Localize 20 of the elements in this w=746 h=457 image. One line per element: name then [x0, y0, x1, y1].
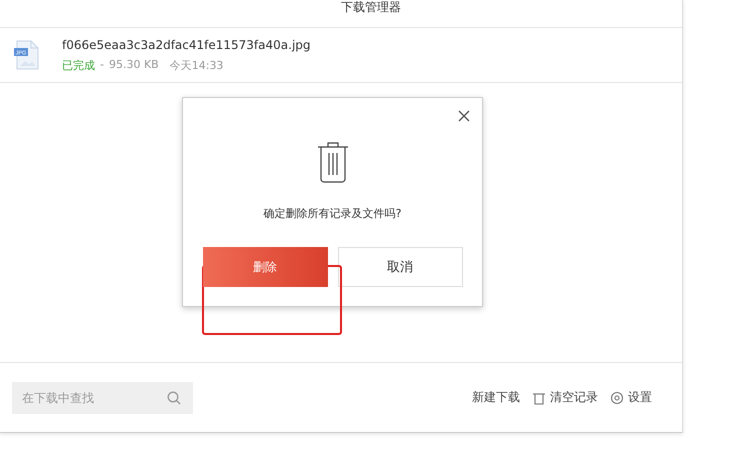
file-size: 95.30 KB [108, 58, 159, 72]
download-time: 今天14:33 [170, 58, 224, 72]
cancel-button[interactable]: 取消 [338, 247, 462, 287]
window-title: 下载管理器 [341, 0, 401, 14]
trash-icon [532, 390, 546, 404]
clear-records-link[interactable]: 清空记录 [532, 389, 598, 406]
trash-icon [316, 141, 348, 183]
close-button[interactable] [458, 110, 470, 122]
close-icon [458, 110, 470, 122]
new-download-link[interactable]: 新建下载 [472, 389, 520, 406]
separator-text: - [100, 58, 104, 72]
search-icon [167, 390, 181, 404]
download-status: 已完成 [62, 58, 95, 72]
settings-icon [610, 390, 624, 404]
image-file-icon [14, 40, 38, 70]
confirm-message: 确定删除所有记录及文件吗? [264, 206, 402, 221]
search-field[interactable]: 在下载中查找 [12, 382, 193, 414]
delete-button[interactable]: 删除 [202, 247, 328, 287]
settings-link[interactable]: 设置 [610, 389, 652, 406]
file-name: f066e5eaa3c3a2dfac41fe11573fa40a.jpg [62, 38, 311, 52]
